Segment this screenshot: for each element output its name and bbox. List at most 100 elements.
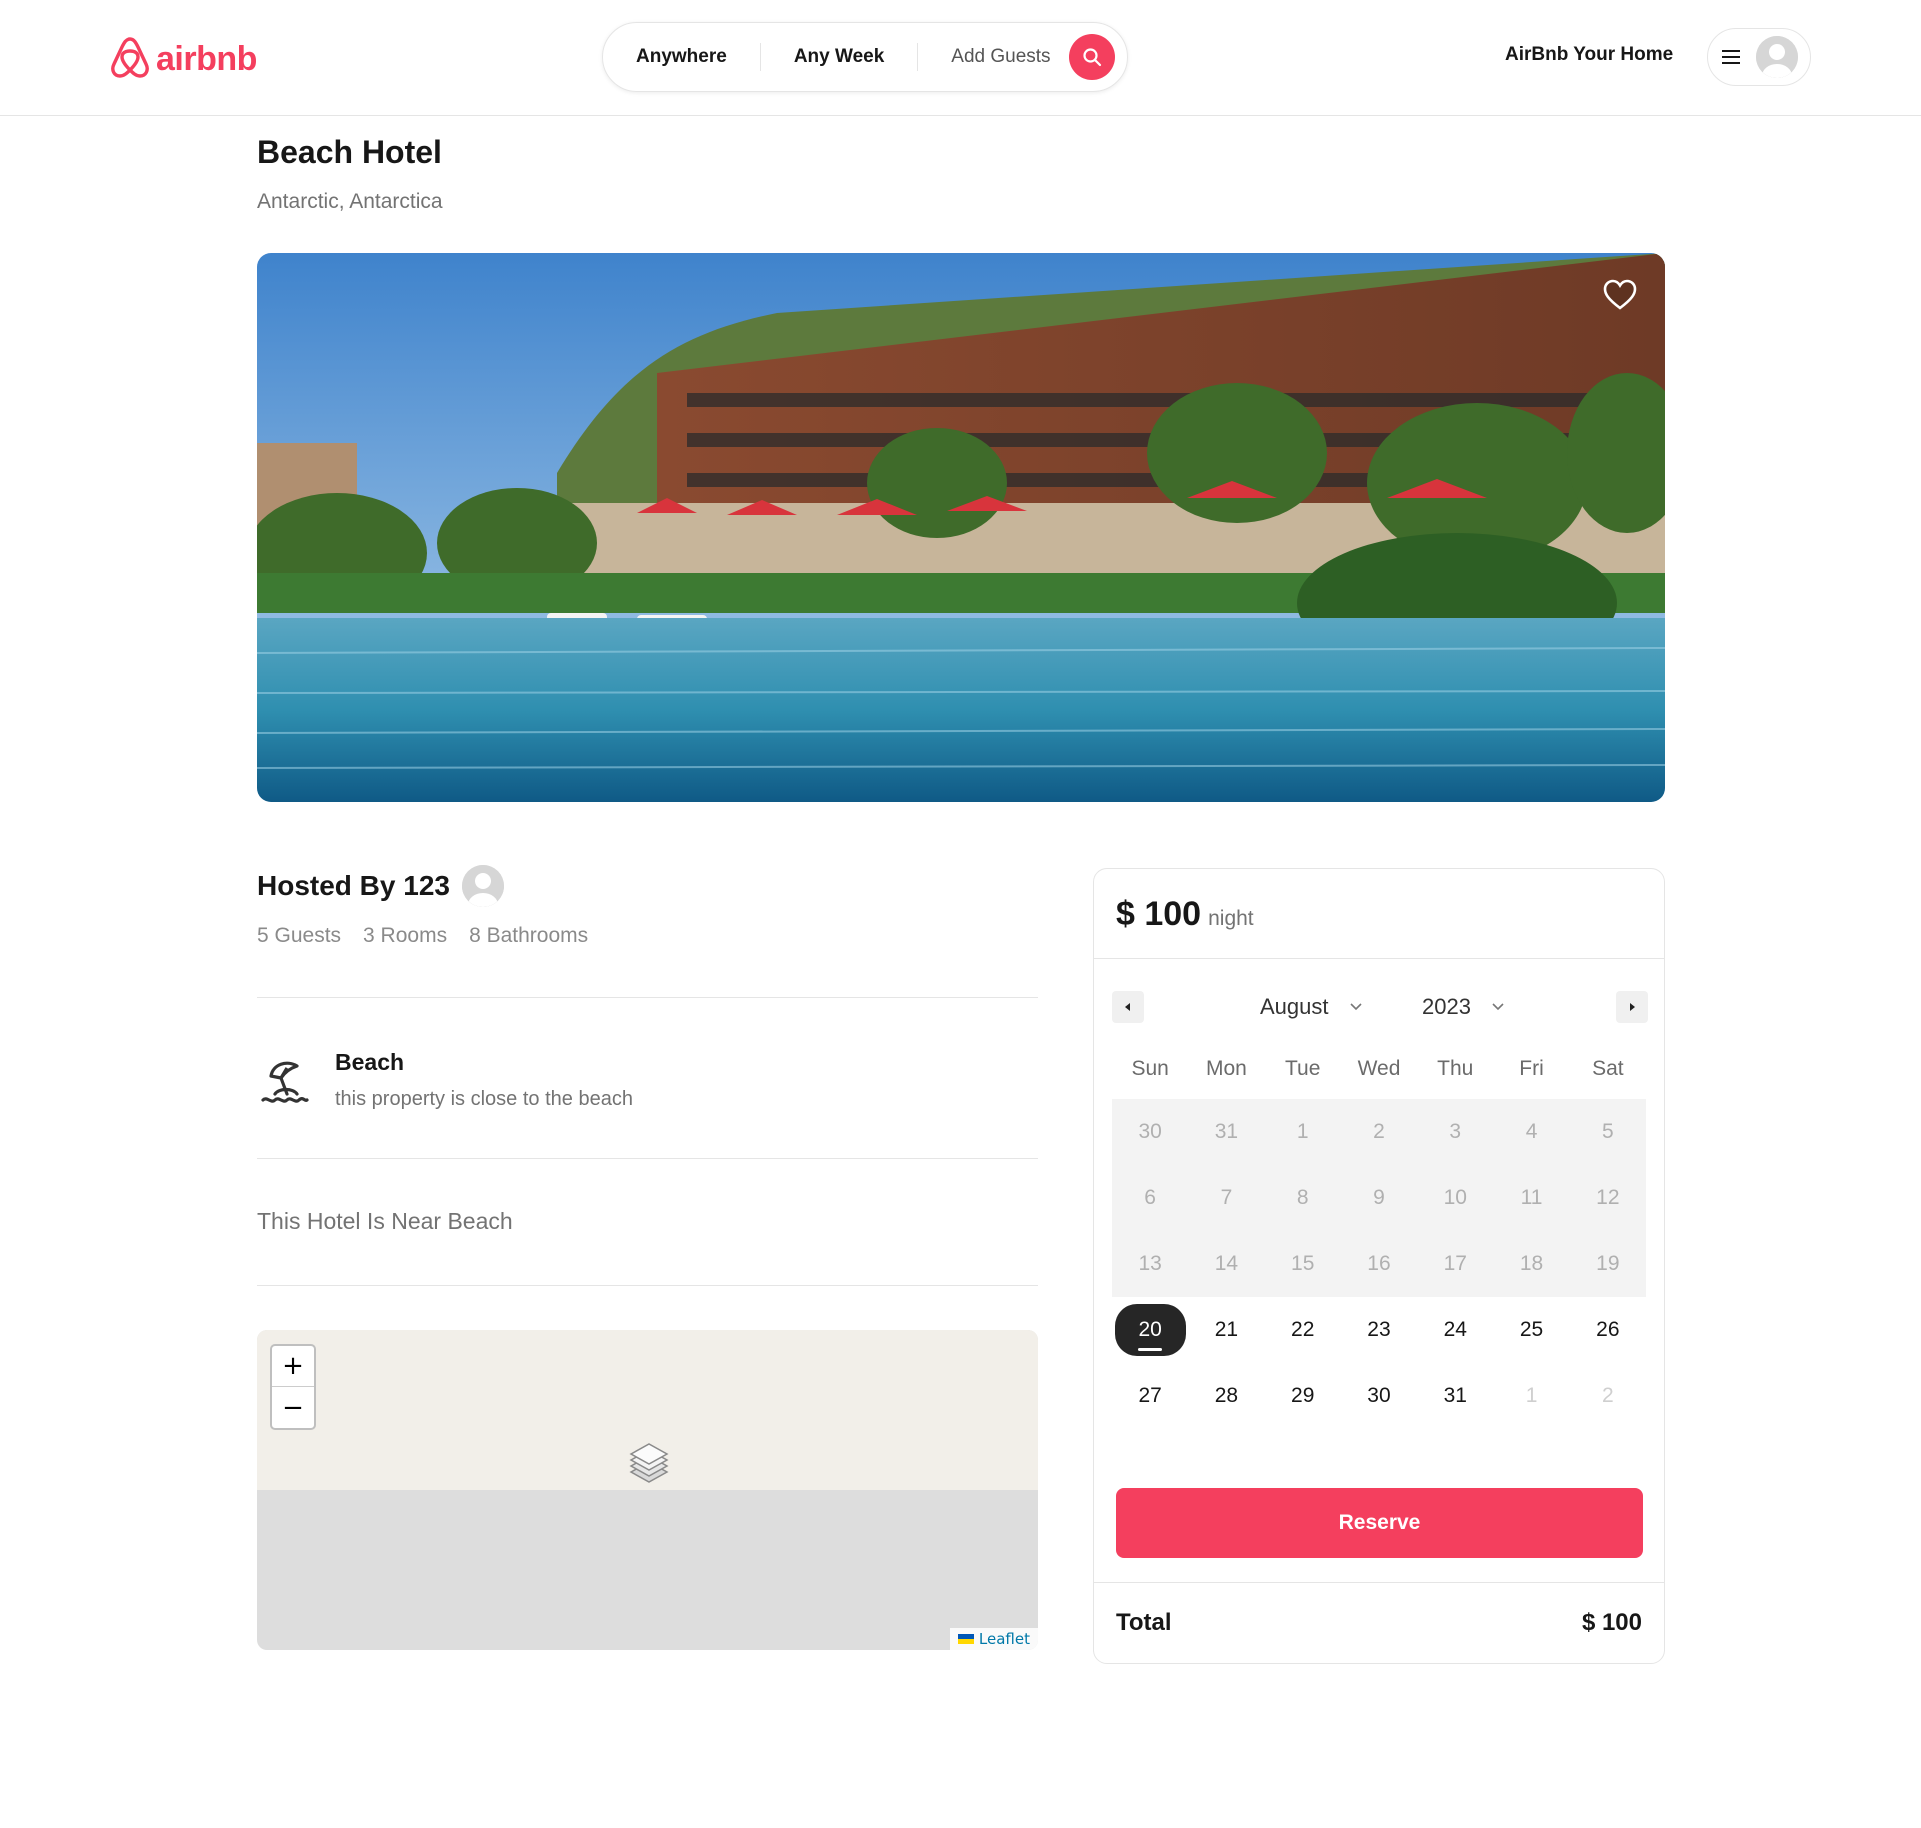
search-where[interactable]: Anywhere xyxy=(603,43,761,71)
search-when[interactable]: Any Week xyxy=(761,43,919,71)
calendar-day[interactable]: 30 xyxy=(1341,1363,1417,1429)
calendar-day[interactable]: 29 xyxy=(1265,1363,1341,1429)
calendar-day[interactable]: 21 xyxy=(1188,1297,1264,1363)
category-feature: Beach this property is close to the beac… xyxy=(257,1048,633,1111)
calendar-day[interactable]: 23 xyxy=(1341,1297,1417,1363)
caret-right-icon xyxy=(1630,1003,1635,1011)
calendar-day[interactable]: 31 xyxy=(1417,1363,1493,1429)
calendar-day-disabled: 5 xyxy=(1601,1120,1614,1143)
map[interactable]: + − Leaflet xyxy=(257,1330,1038,1650)
host-info: Hosted By 123 xyxy=(257,865,504,907)
user-avatar-icon xyxy=(1756,36,1798,78)
caret-left-icon xyxy=(1125,1003,1130,1011)
search-icon xyxy=(1082,48,1101,67)
calendar-day[interactable]: 27 xyxy=(1112,1363,1188,1429)
calendar-week: 13 14 15 16 17 18 19 xyxy=(1112,1231,1646,1297)
zoom-out-button[interactable]: − xyxy=(272,1387,314,1428)
feature-description: this property is close to the beach xyxy=(335,1088,633,1110)
weekday-label: Fri xyxy=(1519,1057,1544,1080)
calendar-day[interactable]: 25 xyxy=(1493,1297,1569,1363)
user-menu-button[interactable] xyxy=(1707,28,1811,86)
divider xyxy=(1094,1582,1664,1583)
calendar-day-disabled: 19 xyxy=(1596,1252,1620,1275)
calendar-day-disabled: 14 xyxy=(1214,1252,1239,1275)
feature-title: Beach xyxy=(335,1049,405,1075)
divider xyxy=(257,997,1038,998)
calendar-day-disabled: 10 xyxy=(1443,1186,1467,1209)
zoom-in-button[interactable]: + xyxy=(272,1346,314,1387)
total-value: $ 100 xyxy=(1581,1609,1642,1636)
calendar-day-disabled: 4 xyxy=(1525,1120,1538,1143)
calendar-day-disabled: 3 xyxy=(1449,1120,1462,1143)
hero-image xyxy=(257,253,1665,802)
next-month-button[interactable] xyxy=(1616,991,1648,1023)
calendar-day-disabled: 8 xyxy=(1296,1186,1309,1209)
chevron-down-icon xyxy=(1492,1003,1504,1011)
calendar-day-selected[interactable]: 20 xyxy=(1112,1297,1188,1363)
calendar-week: 30 31 1 2 3 4 5 xyxy=(1112,1099,1646,1165)
logo-text: airbnb xyxy=(156,40,257,78)
bathroom-count: 8 Bathrooms xyxy=(469,924,589,947)
airbnb-your-home-link[interactable]: AirBnb Your Home xyxy=(1505,44,1673,66)
calendar-day[interactable]: 24 xyxy=(1417,1297,1493,1363)
calendar-day[interactable]: 26 xyxy=(1570,1297,1646,1363)
weekday-label: Mon xyxy=(1205,1057,1247,1080)
calendar-day-disabled: 12 xyxy=(1596,1186,1620,1209)
map-attribution[interactable]: Leaflet xyxy=(949,1628,1038,1650)
year-select[interactable]: 2023 xyxy=(1422,994,1505,1020)
search-who[interactable]: Add Guests xyxy=(918,43,1068,71)
weekday-label: Wed xyxy=(1357,1057,1401,1080)
calendar-day-disabled: 9 xyxy=(1373,1186,1385,1209)
map-layers-icon[interactable] xyxy=(625,1438,677,1499)
attribution-link[interactable]: Leaflet xyxy=(979,1630,1030,1648)
month-label: August xyxy=(1260,994,1329,1019)
calendar-day-disabled: 1 xyxy=(1296,1120,1309,1143)
price-row: $ 100 night xyxy=(1116,895,1254,934)
price-unit: night xyxy=(1208,907,1254,930)
hamburger-icon xyxy=(1722,50,1740,64)
search-button[interactable] xyxy=(1068,34,1115,80)
calendar-grid: 30 31 1 2 3 4 5 6 7 8 9 10 11 12 13 14 1… xyxy=(1112,1099,1646,1429)
search-bar[interactable]: Anywhere Any Week Add Guests xyxy=(602,22,1128,92)
calendar-day-disabled: 7 xyxy=(1220,1186,1233,1209)
nightly-price: $ 100 xyxy=(1116,895,1202,933)
calendar-day-next-month[interactable]: 2 xyxy=(1570,1363,1646,1429)
room-count: 3 Rooms xyxy=(363,924,448,947)
host-avatar-icon xyxy=(461,865,504,907)
calendar-header: August 2023 xyxy=(1112,991,1648,1023)
reserve-button[interactable]: Reserve xyxy=(1116,1488,1643,1558)
calendar-day[interactable]: 22 xyxy=(1265,1297,1341,1363)
listing-description: This Hotel Is Near Beach xyxy=(257,1208,513,1234)
divider xyxy=(257,1158,1038,1159)
heart-icon[interactable] xyxy=(1603,279,1637,316)
map-zoom-control: + − xyxy=(270,1344,316,1430)
guest-count: 5 Guests xyxy=(257,924,342,947)
calendar-day-disabled: 30 xyxy=(1138,1120,1162,1143)
weekday-header: Sun Mon Tue Wed Thu Fri Sat xyxy=(1112,1057,1646,1081)
year-label: 2023 xyxy=(1422,994,1471,1019)
month-select[interactable]: August xyxy=(1260,994,1363,1020)
chevron-down-icon xyxy=(1349,1003,1362,1011)
airbnb-logo-icon xyxy=(110,35,150,84)
calendar-day-disabled: 31 xyxy=(1214,1120,1239,1143)
navbar: airbnb Anywhere Any Week Add Guests AirB… xyxy=(0,0,1921,116)
weekday-label: Sat xyxy=(1592,1057,1624,1080)
prev-month-button[interactable] xyxy=(1112,991,1144,1023)
beach-umbrella-icon xyxy=(257,1054,313,1110)
calendar-day-disabled: 16 xyxy=(1367,1252,1391,1275)
divider xyxy=(257,1285,1038,1286)
listing-title: Beach Hotel xyxy=(257,134,442,170)
calendar-day-disabled: 2 xyxy=(1373,1120,1385,1143)
calendar-day-disabled: 18 xyxy=(1519,1252,1544,1275)
logo[interactable]: airbnb xyxy=(110,35,257,84)
calendar-day-disabled: 15 xyxy=(1291,1252,1315,1275)
ukraine-flag-icon xyxy=(957,1634,974,1644)
hosted-by: Hosted By 123 xyxy=(257,870,450,901)
calendar-week: 27 28 29 30 31 1 2 xyxy=(1112,1363,1646,1429)
calendar-day-disabled: 13 xyxy=(1138,1252,1162,1275)
calendar-day-disabled: 6 xyxy=(1144,1186,1156,1209)
calendar-week: 20 21 22 23 24 25 26 xyxy=(1112,1297,1646,1363)
calendar-day[interactable]: 28 xyxy=(1188,1363,1264,1429)
calendar-day-next-month[interactable]: 1 xyxy=(1493,1363,1569,1429)
calendar-week: 6 7 8 9 10 11 12 xyxy=(1112,1165,1646,1231)
